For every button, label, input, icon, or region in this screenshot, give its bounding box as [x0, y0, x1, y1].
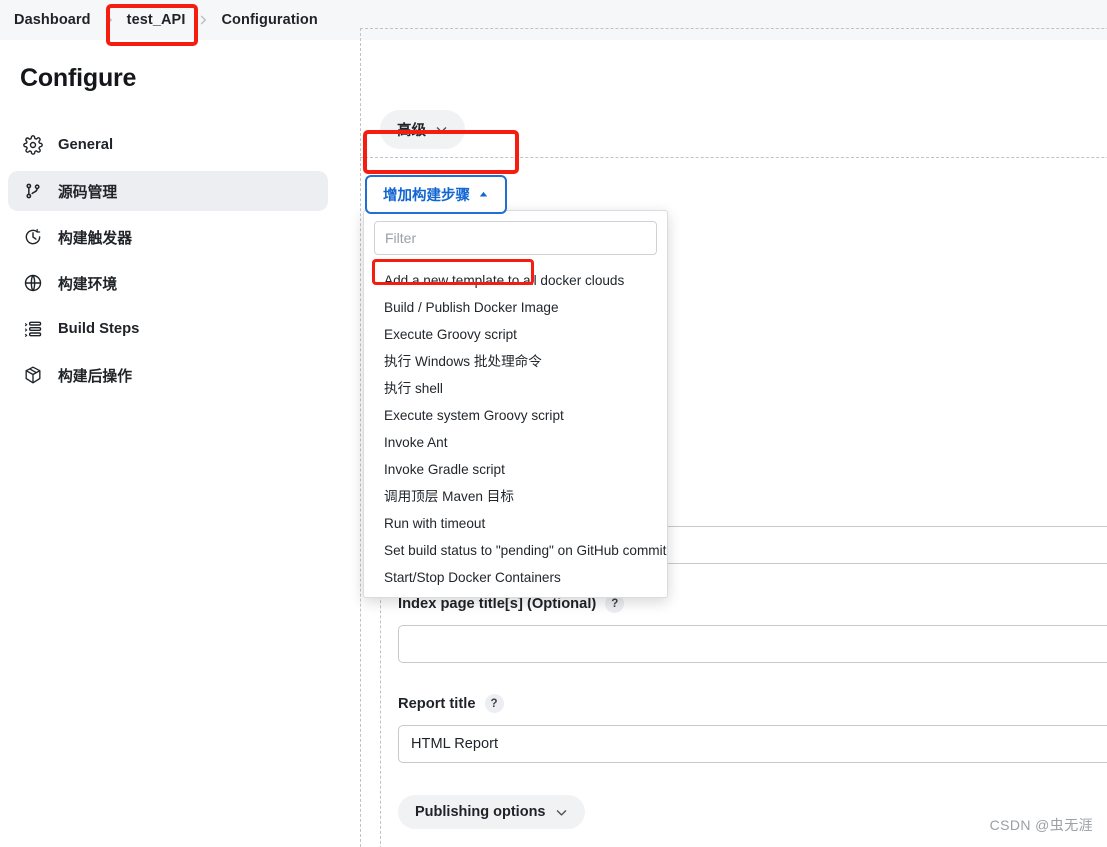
- menu-item[interactable]: Build / Publish Docker Image: [364, 294, 667, 321]
- menu-item[interactable]: 执行 Windows 批处理命令: [364, 348, 667, 375]
- globe-icon: [22, 272, 44, 294]
- menu-item[interactable]: Execute system Groovy script: [364, 402, 667, 429]
- index-page-titles-input[interactable]: [398, 625, 1107, 663]
- report-title-input[interactable]: [398, 725, 1107, 763]
- field-report-title: Report title ?: [398, 694, 1107, 763]
- sidebar-item-label: 源码管理: [58, 184, 118, 201]
- menu-item[interactable]: Run with timeout: [364, 510, 667, 537]
- add-build-step-button[interactable]: 增加构建步骤: [365, 175, 507, 214]
- clock-icon: [22, 226, 44, 248]
- publishing-options-wrap: Publishing options: [398, 795, 585, 829]
- publishing-options-button[interactable]: Publishing options: [398, 795, 585, 829]
- app-root: Dashboard test_API Configuration Configu…: [0, 0, 1107, 847]
- advanced-section-outline: [360, 28, 1107, 158]
- gear-icon: [22, 134, 44, 156]
- menu-item[interactable]: Invoke Ant: [364, 429, 667, 456]
- help-icon[interactable]: ?: [484, 694, 504, 713]
- build-step-dropdown: Add a new template to all docker clouds …: [363, 210, 668, 598]
- sidebar-item-build-environment[interactable]: 构建环境: [8, 263, 328, 303]
- field-label: Report title ?: [398, 694, 1107, 713]
- advanced-button-label: 高级: [397, 123, 426, 139]
- chevron-right-icon: [97, 14, 121, 26]
- publishing-options-label: Publishing options: [415, 804, 546, 820]
- watermark: CSDN @虫无涯: [989, 817, 1093, 833]
- sidebar-item-label: Build Steps: [58, 321, 140, 337]
- package-icon: [22, 364, 44, 386]
- menu-item[interactable]: Invoke Gradle script: [364, 456, 667, 483]
- sidebar-nav: General 源码管理 构建触发器 构建环境 Build Steps 构建后操…: [8, 125, 328, 401]
- menu-item[interactable]: 调用顶层 Maven 目标: [364, 483, 667, 510]
- sidebar-item-build-steps[interactable]: Build Steps: [8, 309, 328, 349]
- filter-input[interactable]: [374, 221, 657, 255]
- sidebar: Configure General 源码管理 构建触发器 构建环境 Build …: [0, 40, 340, 847]
- breadcrumb-item-dashboard[interactable]: Dashboard: [8, 8, 97, 32]
- field-index-page-titles: Index page title[s] (Optional) ?: [398, 594, 1107, 663]
- menu-item-execute-groovy-script[interactable]: Execute Groovy script: [364, 321, 667, 348]
- advanced-button-wrap: 高级: [380, 110, 465, 149]
- sidebar-item-general[interactable]: General: [8, 125, 328, 165]
- breadcrumb-item-configuration[interactable]: Configuration: [215, 8, 323, 32]
- build-step-menu-list: Add a new template to all docker clouds …: [364, 265, 667, 591]
- main-content: 高级 增加构建步骤 Add a new template to all dock…: [340, 28, 1107, 847]
- sidebar-item-label: General: [58, 137, 114, 153]
- sidebar-item-post-build-actions[interactable]: 构建后操作: [8, 355, 328, 395]
- sidebar-item-label: 构建环境: [58, 276, 118, 293]
- field-label-text: Report title: [398, 695, 476, 712]
- sidebar-item-label: 构建后操作: [58, 368, 132, 385]
- list-icon: [22, 318, 44, 340]
- chevron-down-icon: [435, 123, 448, 136]
- add-build-step-label: 增加构建步骤: [383, 188, 470, 204]
- git-branch-icon: [22, 180, 44, 202]
- menu-item[interactable]: 执行 shell: [364, 375, 667, 402]
- sidebar-item-source-code-management[interactable]: 源码管理: [8, 171, 328, 211]
- advanced-button[interactable]: 高级: [380, 110, 465, 149]
- chevron-down-icon: [555, 806, 568, 819]
- chevron-right-icon: [191, 14, 215, 26]
- menu-item[interactable]: Start/Stop Docker Containers: [364, 564, 667, 591]
- menu-item[interactable]: Add a new template to all docker clouds: [364, 267, 667, 294]
- caret-up-icon: [478, 189, 489, 200]
- sidebar-item-label: 构建触发器: [58, 230, 132, 247]
- sidebar-item-build-triggers[interactable]: 构建触发器: [8, 217, 328, 257]
- breadcrumb-item-test-api[interactable]: test_API: [121, 8, 192, 32]
- menu-item[interactable]: Set build status to "pending" on GitHub …: [364, 537, 667, 564]
- page-title: Configure: [20, 64, 137, 92]
